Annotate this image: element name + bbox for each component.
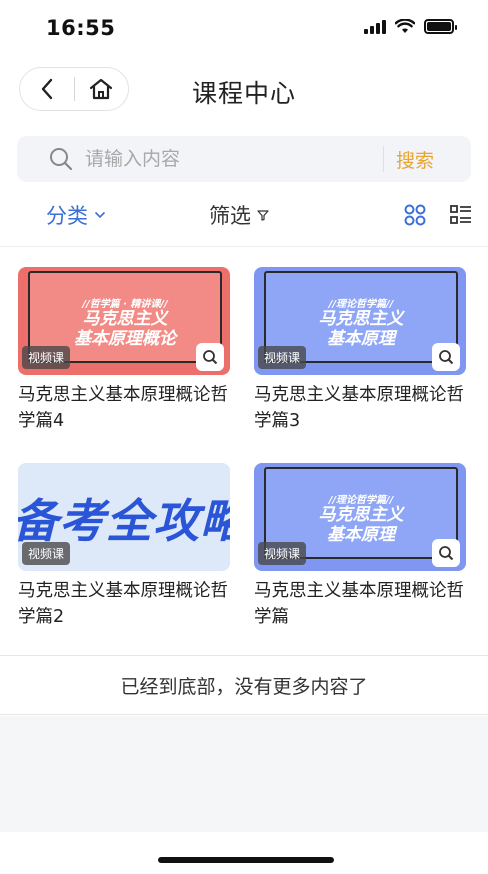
funnel-icon — [257, 210, 269, 221]
filter-button[interactable]: 筛选 — [209, 200, 269, 230]
cover-main-text: 马克思主义 基本原理 — [318, 505, 404, 545]
wifi-icon — [395, 19, 415, 33]
course-card[interactable]: //理论哲学篇// 马克思主义 基本原理 视频课 马克思主义基本原理概论哲学篇3 — [254, 267, 466, 434]
course-cover: //哲学篇 · 精讲课// 马克思主义 基本原理概论 视频课 — [18, 267, 230, 375]
magnifier-icon — [432, 343, 460, 371]
course-cover: //理论哲学篇// 马克思主义 基本原理 视频课 — [254, 463, 466, 571]
cover-main-text: 马克思主义 基本原理 — [318, 309, 404, 349]
chevron-down-icon — [94, 211, 106, 219]
page-title: 课程中心 — [191, 79, 296, 108]
search-divider — [383, 146, 384, 172]
search-input[interactable] — [85, 148, 375, 170]
course-card[interactable]: 备考全攻略 视频课 马克思主义基本原理概论哲学篇2 — [18, 463, 230, 630]
filter-label: 筛选 — [209, 204, 251, 228]
bottom-area — [0, 716, 488, 832]
cover-top-text: //哲学篇 · 精讲课// — [82, 299, 168, 310]
magnifier-icon — [196, 343, 224, 371]
filter-divider — [0, 246, 488, 247]
category-dropdown[interactable]: 分类 — [46, 200, 106, 230]
course-cover: //理论哲学篇// 马克思主义 基本原理 视频课 — [254, 267, 466, 375]
category-label: 分类 — [46, 204, 88, 228]
video-badge: 视频课 — [22, 542, 71, 565]
video-badge: 视频课 — [22, 346, 71, 369]
course-title: 马克思主义基本原理概论哲学篇2 — [18, 581, 228, 627]
end-of-list-note: 已经到底部，没有更多内容了 — [0, 655, 488, 715]
search-icon — [49, 146, 75, 172]
status-time: 16:55 — [46, 16, 116, 40]
cover-main-text: 马克思主义 基本原理概论 — [74, 309, 176, 349]
search-button[interactable]: 搜索 — [396, 146, 434, 173]
video-badge: 视频课 — [258, 346, 307, 369]
course-cover: 备考全攻略 视频课 — [18, 463, 230, 571]
cover-top-text: //理论哲学篇// — [328, 495, 394, 506]
grid-view-icon — [404, 204, 426, 226]
list-view-button[interactable] — [450, 204, 472, 230]
course-title: 马克思主义基本原理概论哲学篇4 — [18, 385, 228, 431]
search-bar: 搜索 — [17, 136, 471, 182]
video-badge: 视频课 — [258, 542, 307, 565]
grid-view-button[interactable] — [404, 204, 426, 230]
cover-top-text: //理论哲学篇// — [328, 299, 394, 310]
status-icons — [364, 19, 457, 34]
list-view-icon — [450, 205, 471, 224]
course-card[interactable]: //理论哲学篇// 马克思主义 基本原理 视频课 马克思主义基本原理概论哲学篇 — [254, 463, 466, 630]
course-title: 马克思主义基本原理概论哲学篇3 — [254, 385, 464, 431]
course-card[interactable]: //哲学篇 · 精讲课// 马克思主义 基本原理概论 视频课 马克思主义基本原理概… — [18, 267, 230, 434]
course-title: 马克思主义基本原理概论哲学篇 — [254, 581, 464, 627]
cellular-signal-icon — [364, 19, 386, 34]
home-indicator[interactable] — [158, 857, 334, 863]
battery-icon — [424, 19, 457, 34]
magnifier-icon — [432, 539, 460, 567]
